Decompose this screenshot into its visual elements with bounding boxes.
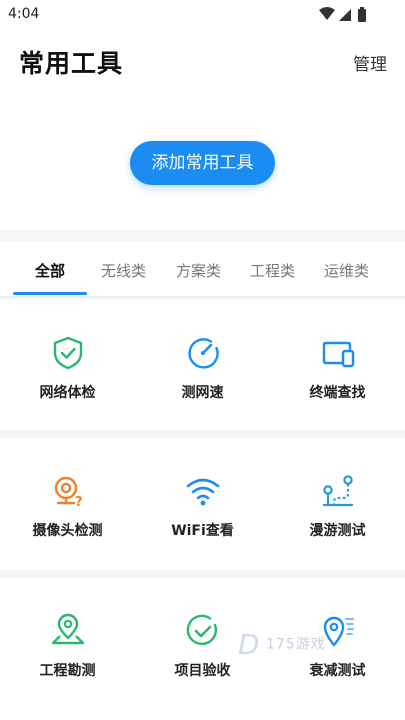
- camera-question-icon: ?: [54, 476, 83, 509]
- map-pin-icon: [51, 613, 84, 645]
- tool-label: 工程勘测: [39, 663, 96, 679]
- tool-roaming-test[interactable]: 漫游测试: [270, 473, 405, 540]
- tab-operations[interactable]: 运维类: [324, 260, 369, 281]
- tool-engineering-survey[interactable]: 工程勘测: [0, 613, 135, 680]
- tool-speed-test[interactable]: 测网速: [135, 335, 270, 402]
- tool-wifi-view[interactable]: WiFi查看: [135, 473, 270, 540]
- page-title: 常用工具: [19, 49, 124, 78]
- wifi-signal-icon: [319, 7, 335, 20]
- tool-label: 衰减测试: [309, 663, 366, 679]
- tool-label: 项目验收: [174, 663, 231, 679]
- tab-all[interactable]: 全部: [35, 260, 65, 281]
- device-search-icon: [322, 341, 354, 368]
- tool-label: 摄像头检测: [32, 523, 103, 539]
- status-bar: 4:04: [0, 0, 405, 30]
- header-area: [0, 0, 405, 230]
- tool-network-checkup[interactable]: 网络体检: [0, 335, 135, 402]
- wifi-icon: [186, 478, 219, 506]
- shield-check-icon: [53, 336, 82, 370]
- watermark-logo: D 175游戏: [238, 628, 326, 661]
- status-time: 4:04: [8, 6, 40, 22]
- tool-label: WiFi查看: [171, 523, 234, 539]
- tab-wireless[interactable]: 无线类: [101, 260, 146, 281]
- check-circle-icon: [186, 614, 217, 646]
- tab-engineering[interactable]: 工程类: [250, 260, 295, 281]
- tool-terminal-search[interactable]: 终端查找: [270, 335, 405, 402]
- status-icons: [319, 7, 366, 22]
- tab-solution[interactable]: 方案类: [176, 260, 221, 281]
- speedometer-icon: [187, 338, 219, 369]
- tool-label: 终端查找: [309, 385, 366, 401]
- category-tabs: 全部 无线类 方案类 工程类 运维类: [0, 241, 405, 297]
- tab-active-indicator: [13, 292, 87, 295]
- tool-label: 网络体检: [39, 385, 96, 401]
- battery-icon: [358, 9, 366, 22]
- tool-camera-detection[interactable]: ? 摄像头检测: [0, 473, 135, 540]
- add-common-tool-button[interactable]: 添加常用工具: [130, 141, 275, 185]
- tool-label: 漫游测试: [309, 523, 366, 539]
- svg-text:?: ?: [75, 495, 83, 509]
- manage-button[interactable]: 管理: [353, 50, 387, 75]
- cell-signal-icon: [339, 9, 351, 21]
- roaming-route-icon: [322, 475, 353, 507]
- tool-label: 测网速: [181, 385, 224, 401]
